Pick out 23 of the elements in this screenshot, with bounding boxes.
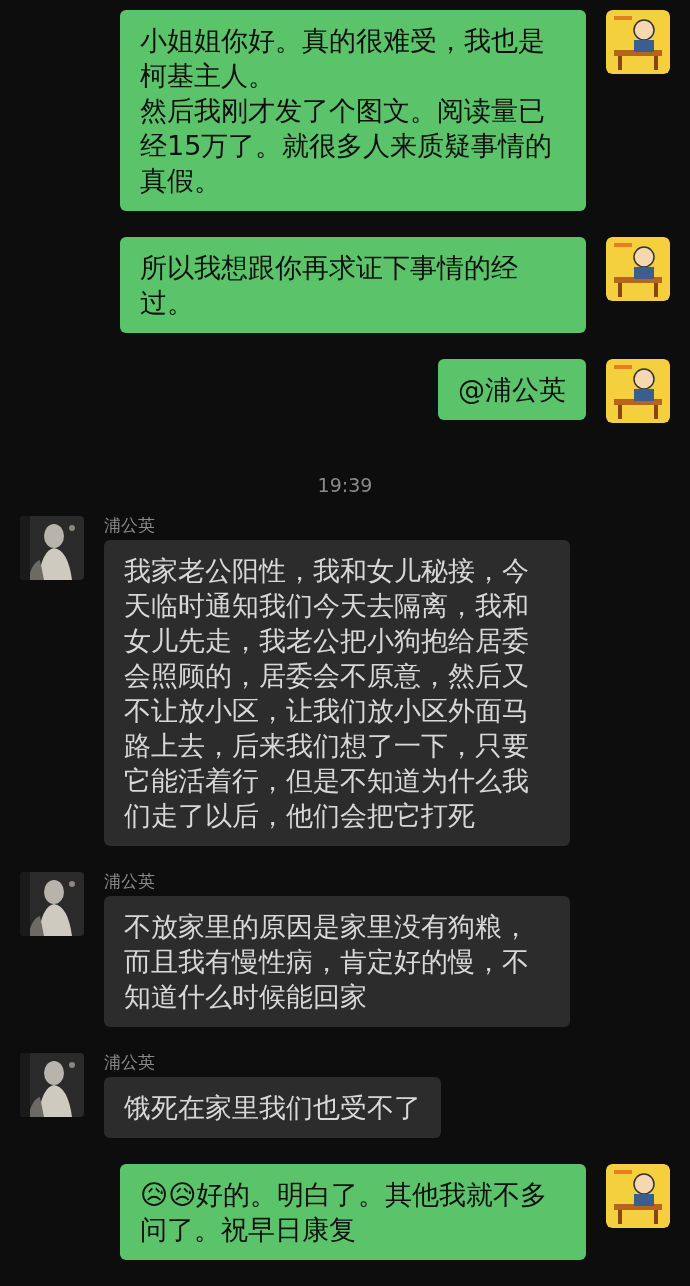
message-text: 饿死在家里我们也受不了 — [124, 1090, 421, 1125]
sender-name: 浦公英 — [104, 871, 156, 890]
avatar-icon[interactable] — [606, 1163, 670, 1228]
message-text: 😥😥好的。明白了。其他我就不多问了。祝早日康复 — [140, 1177, 549, 1247]
message-text: 所以我想跟你再求证下事情的经过。 — [140, 251, 519, 320]
message-bubble[interactable]: 我家老公阳性，我和女儿秘接，今天临时通知我们今天去隔离，我和女儿先走，我老公把小狗抱给居委会照顾的，居委会不原意，然后又不让放小区，让我们放小区外面马路上去，后来我们想了一下，只要它能活着行，但是不知道为什么我们走了以后，他们会把它打死 — [104, 539, 570, 846]
message-bubble[interactable]: 😥😥好的。明白了。其他我就不多问了。祝早日康复 — [120, 1163, 586, 1260]
message-bubble[interactable]: 所以我想跟你再求证下事情的经过。 — [120, 237, 586, 333]
message-text: @浦公英 — [458, 373, 566, 407]
message-text: 我家老公阳性，我和女儿秘接，今天临时通知我们今天去隔离，我和女儿先走，我老公把小狗抱给居委会照顾的，居委会不原意，然后又不让放小区，让我们放小区外面马路上去，后来我们想了一下，只要它能活着行，但是不知道为什么我们走了以后，他们会把它打死 — [124, 553, 530, 833]
message-bubble[interactable]: 不放家里的原因是家里没有狗粮，而且我有慢性病，肯定好的慢，不知道什么时候能回家 — [104, 895, 570, 1027]
sender-name: 浦公英 — [104, 515, 156, 534]
message-bubble[interactable]: @浦公英 — [438, 359, 586, 420]
message-bubble[interactable]: 饿死在家里我们也受不了 — [104, 1076, 441, 1138]
avatar-icon[interactable] — [606, 237, 670, 301]
message-text: 然后我刚才发了个图文。阅读量已经15万了。就很多人来质疑事情的真假。 — [140, 94, 554, 198]
message-bubble[interactable]: 小姐姐你好。真的很难受，我也是柯基主人。 然后我刚才发了个图文。阅读量已经15万了。就很多人来质疑事情的真假。 — [120, 10, 586, 211]
avatar-icon[interactable] — [606, 359, 670, 423]
sender-name: 浦公英 — [104, 1052, 156, 1071]
avatar-icon[interactable] — [606, 10, 670, 74]
message-text: 小姐姐你好。真的很难受，我也是柯基主人。 — [140, 24, 546, 93]
message-text: 不放家里的原因是家里没有狗粮，而且我有慢性病，肯定好的慢，不知道什么时候能回家 — [124, 909, 530, 1014]
timestamp: 19:39 — [317, 473, 373, 498]
